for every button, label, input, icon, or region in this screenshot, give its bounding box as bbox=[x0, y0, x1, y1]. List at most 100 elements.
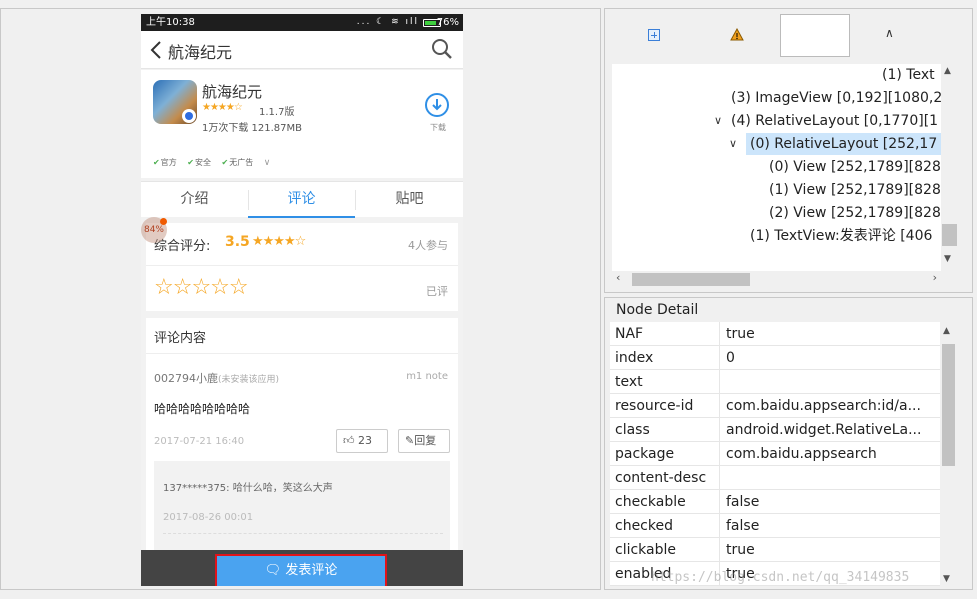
detail-row[interactable]: text bbox=[610, 370, 940, 394]
back-arrow-icon[interactable] bbox=[149, 40, 163, 60]
scroll-down-icon[interactable]: ▼ bbox=[944, 254, 951, 264]
detail-row[interactable]: content-desc bbox=[610, 466, 940, 490]
notification-dot bbox=[160, 218, 167, 225]
status-bar: 上午10:38 ... ☾ ≋ ıll 76% bbox=[141, 14, 463, 31]
detail-row[interactable]: index 0 bbox=[610, 346, 940, 370]
detail-vertical-scrollbar[interactable]: ▲ ▼ bbox=[940, 322, 957, 588]
app-card: 航海纪元 ★★★★☆ 1.1.7版 1万次下载 121.87MB 下载 ✔官方 … bbox=[141, 70, 463, 178]
tree-node[interactable]: (1) View [252,1789][828 bbox=[769, 179, 941, 201]
score-card: 综合评分: 3.5 ★★★★☆ 4人参与 ☆☆☆☆☆ 已评 bbox=[146, 223, 458, 311]
detail-value[interactable]: com.baidu.appsearch bbox=[721, 442, 940, 466]
chevron-down-icon[interactable]: ∨ bbox=[264, 158, 271, 168]
detail-key: NAF bbox=[610, 322, 720, 346]
tree-node-selected[interactable]: (0) RelativeLayout [252,17 bbox=[746, 133, 941, 155]
bottom-bar: 🗨︎ 发表评论 bbox=[141, 550, 463, 586]
expand-caret-icon[interactable]: ∨ bbox=[729, 137, 737, 150]
app-icon bbox=[153, 80, 197, 124]
app-downloads: 1万次下载 121.87MB bbox=[202, 123, 303, 134]
detail-value[interactable]: true bbox=[721, 538, 940, 562]
warning-icon[interactable] bbox=[730, 28, 744, 41]
watermark: https://blog.csdn.net/qq_34149835 bbox=[651, 570, 910, 585]
reply-button[interactable]: ✎回复 bbox=[398, 429, 450, 453]
download-icon[interactable] bbox=[425, 93, 449, 117]
detail-key: text bbox=[610, 370, 720, 394]
node-detail-title: Node Detail bbox=[616, 302, 699, 318]
expand-caret-icon[interactable]: ∨ bbox=[714, 114, 722, 127]
node-detail-table[interactable]: NAF true index 0 text resource-id com.baidu.ap… bbox=[610, 322, 940, 586]
scroll-up-icon[interactable]: ▲ bbox=[944, 66, 951, 76]
detail-value[interactable] bbox=[721, 370, 940, 394]
expand-all-icon[interactable] bbox=[648, 29, 660, 41]
node-detail-pane: Node Detail NAF true index 0 text resource-id… bbox=[604, 297, 973, 590]
detail-value[interactable]: false bbox=[721, 490, 940, 514]
detail-value[interactable]: true bbox=[721, 322, 940, 346]
hierarchy-tree[interactable]: (1) Text (3) ImageView [0,192][1080,2 (4) … bbox=[612, 64, 941, 271]
detail-value[interactable]: com.baidu.appsearch:id/a... bbox=[721, 394, 940, 418]
status-icons: ... ☾ ≋ ıll bbox=[356, 17, 419, 27]
score-stars: ★★★★☆ bbox=[252, 234, 306, 249]
app-version: 1.1.7版 bbox=[259, 107, 295, 118]
reply-box: 137*****375: 哈什么哈，笑这么大声 2017-08-26 00:01 bbox=[154, 461, 450, 558]
screenshot-preview-box[interactable] bbox=[780, 14, 850, 57]
detail-value[interactable]: false bbox=[721, 514, 940, 538]
tree-node[interactable]: (1) TextView:发表评论 [406 bbox=[750, 225, 932, 247]
tree-vertical-scrollbar[interactable]: ▲ ▼ bbox=[941, 64, 958, 271]
post-comment-button[interactable]: 🗨︎ 发表评论 bbox=[215, 554, 387, 586]
comment-icon: 🗨︎ bbox=[264, 563, 286, 578]
detail-row[interactable]: checked false bbox=[610, 514, 940, 538]
tree-horizontal-scrollbar[interactable]: ‹ › bbox=[612, 271, 941, 288]
scroll-right-icon[interactable]: › bbox=[933, 271, 937, 284]
app-rating-stars: ★★★★☆ bbox=[202, 102, 243, 113]
scroll-left-icon[interactable]: ‹ bbox=[616, 271, 620, 284]
score-value: 3.5 bbox=[225, 234, 250, 250]
app-tags: ✔官方 ✔安全 ✔无广告 ∨ bbox=[153, 157, 274, 168]
tree-node[interactable]: (3) ImageView [0,192][1080,2 bbox=[731, 87, 941, 109]
check-icon: ✔ bbox=[221, 158, 229, 167]
detail-key: checkable bbox=[610, 490, 720, 514]
status-time: 上午10:38 bbox=[146, 17, 195, 28]
reply-date: 2017-08-26 00:01 bbox=[163, 512, 254, 523]
detail-row[interactable]: package com.baidu.appsearch bbox=[610, 442, 940, 466]
tab-tieba[interactable]: 贴吧 bbox=[356, 182, 463, 218]
tag-official: ✔官方 bbox=[153, 158, 177, 167]
detail-row[interactable]: class android.widget.RelativeLa... bbox=[610, 418, 940, 442]
detail-row[interactable]: clickable true bbox=[610, 538, 940, 562]
battery-text: 76% bbox=[436, 17, 459, 28]
tab-comments[interactable]: 评论 bbox=[248, 182, 355, 218]
rate-stars[interactable]: ☆☆☆☆☆ bbox=[154, 275, 249, 300]
tab-intro[interactable]: 介绍 bbox=[141, 182, 248, 218]
baidu-badge-icon bbox=[182, 109, 196, 123]
check-icon: ✔ bbox=[187, 158, 194, 167]
tree-node[interactable]: (2) View [252,1789][828 bbox=[769, 202, 941, 224]
detail-value[interactable]: 0 bbox=[721, 346, 940, 370]
tree-node[interactable]: (4) RelativeLayout [0,1770][1 bbox=[731, 110, 938, 132]
tree-node[interactable]: (1) Text bbox=[882, 64, 935, 86]
score-count: 4人参与 bbox=[408, 239, 448, 252]
detail-row[interactable]: checkable false bbox=[610, 490, 940, 514]
comment-section-title: 评论内容 bbox=[154, 331, 207, 346]
chevron-up-icon[interactable]: ∧ bbox=[885, 26, 894, 40]
tag-no-ads: ✔无广告 bbox=[221, 158, 254, 167]
detail-key: index bbox=[610, 346, 720, 370]
comment-user: 002794小鹿(未安装该应用) bbox=[154, 372, 280, 385]
reply-text: 137*****375: 哈什么哈，笑这么大声 bbox=[163, 483, 333, 494]
detail-key: content-desc bbox=[610, 466, 720, 490]
tab-bar: 介绍 评论 贴吧 bbox=[141, 181, 463, 218]
tree-node[interactable]: (0) View [252,1789][828 bbox=[769, 156, 941, 178]
like-button[interactable]: 👍︎ 23 bbox=[336, 429, 388, 453]
detail-row[interactable]: resource-id com.baidu.appsearch:id/a... bbox=[610, 394, 940, 418]
scroll-up-icon[interactable]: ▲ bbox=[943, 326, 950, 336]
detail-key: package bbox=[610, 442, 720, 466]
thumb-up-icon: 👍︎ bbox=[343, 434, 358, 447]
comment-card: 评论内容 002794小鹿(未安装该应用) m1 note 哈哈哈哈哈哈哈哈 2… bbox=[146, 318, 458, 558]
device-screenshot-pane[interactable]: 上午10:38 ... ☾ ≋ ıll 76% 航海纪元 航海纪元 ★★★★☆ … bbox=[0, 8, 601, 590]
download-label[interactable]: 下载 bbox=[430, 122, 446, 133]
app-name: 航海纪元 bbox=[202, 83, 263, 101]
detail-row[interactable]: NAF true bbox=[610, 322, 940, 346]
search-icon[interactable] bbox=[431, 38, 453, 60]
detail-value[interactable]: android.widget.RelativeLa... bbox=[721, 418, 940, 442]
comment-date: 2017-07-21 16:40 bbox=[154, 436, 245, 447]
scroll-down-icon[interactable]: ▼ bbox=[943, 574, 950, 584]
phone-screen[interactable]: 上午10:38 ... ☾ ≋ ıll 76% 航海纪元 航海纪元 ★★★★☆ … bbox=[141, 14, 463, 586]
detail-value[interactable] bbox=[721, 466, 940, 490]
